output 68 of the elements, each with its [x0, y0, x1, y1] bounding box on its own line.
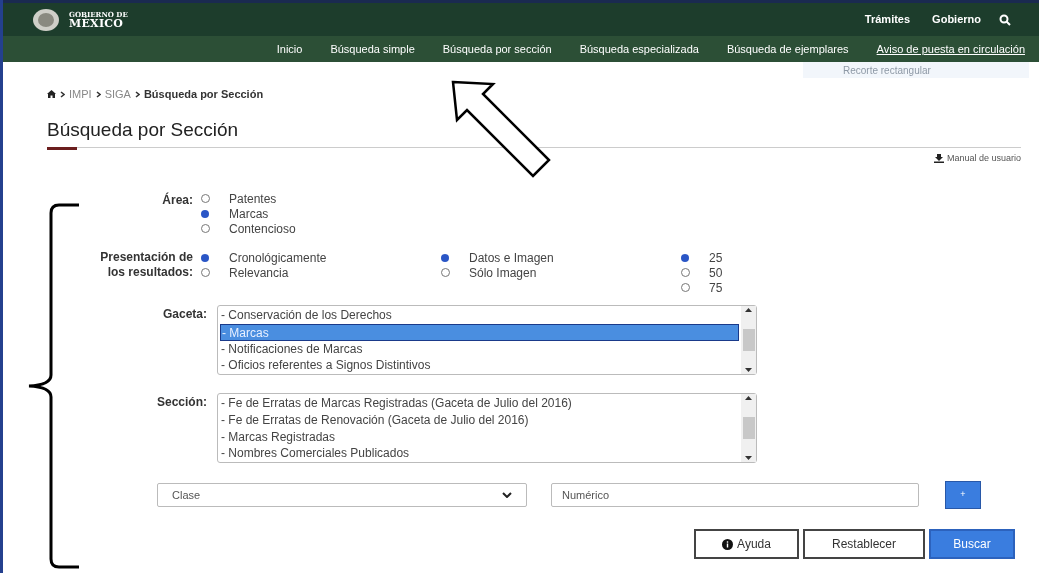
page-title: Búsqueda por Sección: [47, 118, 240, 141]
radio-label: 75: [709, 279, 723, 297]
nav-link[interactable]: Aviso de puesta en circulación: [876, 40, 1025, 58]
tooltip-text: Recorte rectangular: [843, 63, 931, 78]
list-option[interactable]: - Fe de Erratas de Renovación (Gaceta de Julio del 2016): [220, 411, 739, 429]
chevron-down-icon: [502, 492, 512, 498]
seccion-label: Sección:: [156, 394, 208, 411]
radio-label: Cronológicamente: [229, 249, 327, 267]
list-option[interactable]: - Marcas Registradas: [220, 428, 739, 446]
help-button[interactable]: Ayuda: [694, 529, 799, 559]
scroll-up-icon[interactable]: [745, 396, 752, 400]
download-icon[interactable]: [933, 153, 944, 163]
radio-label: Patentes: [229, 190, 277, 208]
search-icon[interactable]: [999, 13, 1011, 26]
list-box[interactable]: - Conservación de los Derechos - Marcas - Notificaciones de Marcas - Oficios referentes a Signos Distintivos: [217, 305, 757, 375]
radio-label: Datos e Imagen: [469, 249, 554, 267]
radio-button[interactable]: [681, 283, 690, 292]
list-option[interactable]: - Conservación de los Derechos: [220, 307, 739, 324]
reset-button[interactable]: Restablecer: [803, 529, 925, 559]
numeric-field[interactable]: Numérico: [551, 483, 919, 507]
radio-button[interactable]: [201, 268, 210, 277]
add-button[interactable]: +: [945, 481, 981, 509]
radio-label: Marcas: [229, 205, 269, 223]
radio-button[interactable]: [201, 209, 209, 218]
scrollbar[interactable]: [741, 306, 756, 374]
clase-select[interactable]: Clase: [157, 483, 527, 507]
radio-button[interactable]: [441, 268, 450, 277]
list-option[interactable]: - Oficios referentes a Signos Distintivos: [220, 357, 739, 374]
chevron-right-icon: [60, 90, 65, 98]
home-icon[interactable]: [47, 90, 56, 99]
radio-button[interactable]: [441, 253, 449, 262]
header-link[interactable]: Trámites: [864, 11, 911, 28]
search-button[interactable]: Buscar: [929, 529, 1015, 559]
nav-link[interactable]: Inicio: [276, 40, 303, 58]
emblem-icon: [31, 6, 61, 33]
manual-link[interactable]: Manual de usuario: [946, 151, 1021, 165]
radio-label: 50: [709, 264, 723, 282]
presentation-label: Presentación de los resultados:: [99, 250, 194, 281]
breadcrumb-link[interactable]: IMPI: [69, 86, 92, 103]
list-option[interactable]: - Fe de Erratas de Marcas Registradas (Gaceta de Julio del 2016): [220, 395, 739, 412]
chevron-right-icon: [134, 90, 140, 98]
header-link[interactable]: Gobierno: [932, 11, 981, 28]
radio-button[interactable]: [681, 253, 689, 262]
radio-label: Contencioso: [229, 220, 296, 238]
radio-label: 25: [709, 249, 723, 267]
radio-label: Sólo Imagen: [469, 265, 537, 282]
nav-link[interactable]: Búsqueda por sección: [442, 40, 552, 58]
chevron-right-icon: [95, 90, 101, 98]
scroll-down-icon[interactable]: [745, 456, 752, 460]
list-option[interactable]: - Notificaciones de Marcas: [220, 340, 739, 358]
radio-button[interactable]: [681, 268, 690, 277]
gaceta-label: Gaceta:: [161, 306, 208, 323]
radio-button[interactable]: [201, 253, 209, 262]
radio-button[interactable]: [201, 194, 210, 203]
breadcrumb-link[interactable]: SIGA: [104, 86, 131, 103]
list-option[interactable]: - Nombres Comerciales Publicados: [220, 445, 739, 462]
nav-link[interactable]: Búsqueda especializada: [579, 40, 699, 58]
nav-link[interactable]: Búsqueda de ejemplares: [726, 40, 849, 58]
scroll-down-icon[interactable]: [745, 368, 752, 372]
radio-label: Relevancia: [229, 265, 289, 282]
info-icon: [722, 538, 734, 550]
scrollbar[interactable]: [741, 394, 756, 462]
radio-button[interactable]: [201, 224, 210, 233]
list-box[interactable]: - Fe de Erratas de Marcas Registradas (Gaceta de Julio del 2016) - Fe de Erratas de Renovación (Gaceta de Julio del 2016) - Marcas Registradas - Nombres Comerciales Publicados: [217, 393, 757, 463]
nav-link[interactable]: Búsqueda simple: [330, 40, 415, 58]
area-label: Área:: [161, 191, 194, 209]
current-page-label: Búsqueda por Sección: [143, 87, 264, 102]
scroll-up-icon[interactable]: [745, 308, 752, 312]
